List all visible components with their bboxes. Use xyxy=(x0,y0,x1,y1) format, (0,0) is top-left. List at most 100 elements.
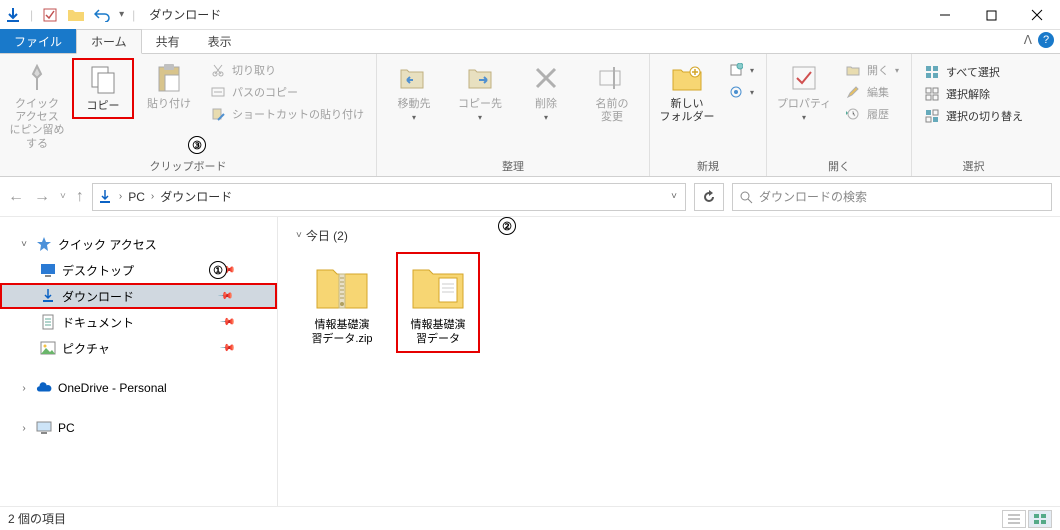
downloads-icon xyxy=(40,288,56,304)
group-header-today[interactable]: ˅ 今日 (2) xyxy=(296,227,1050,244)
copy-button[interactable]: コピー xyxy=(72,58,134,119)
group-collapse-icon[interactable]: ˅ xyxy=(296,230,302,241)
group-open-label: 開く xyxy=(773,156,905,176)
paste-shortcut-icon xyxy=(210,106,226,122)
main-area: ˅ クイック アクセス デスクトップ 📌 ① ダウンロード 📌 xyxy=(0,217,1060,506)
pc-icon xyxy=(36,420,52,436)
nav-back-button[interactable]: ← xyxy=(8,188,24,206)
easy-access-button[interactable]: ▾ xyxy=(722,82,760,102)
tree-pc[interactable]: › PC xyxy=(0,415,277,441)
paste-button[interactable]: 貼り付け xyxy=(138,58,200,111)
invert-selection-label: 選択の切り替え xyxy=(946,108,1023,124)
file-item-zip[interactable]: 情報基礎演 習データ.zip xyxy=(300,252,384,353)
annotation-1: ① xyxy=(209,261,227,279)
search-box[interactable]: ダウンロードの検索 xyxy=(732,183,1052,211)
tree-downloads[interactable]: ダウンロード 📌 xyxy=(0,283,277,309)
move-to-icon xyxy=(398,62,430,94)
nav-bar: ← → ˅ ↑ › PC › ダウンロード ˅ ダウンロードの検索 xyxy=(0,177,1060,217)
pictures-icon xyxy=(40,340,56,356)
history-button[interactable]: 履歴 xyxy=(839,104,905,124)
ribbon-tabs: ファイル ホーム 共有 表示 ᐱ ? xyxy=(0,30,1060,54)
rename-button[interactable]: 名前の 変更 xyxy=(581,58,643,124)
pin-to-quick-access-button[interactable]: クイック アクセス にピン留めする xyxy=(6,58,68,151)
address-bar[interactable]: › PC › ダウンロード ˅ xyxy=(92,183,686,211)
crumb-sep-1[interactable]: › xyxy=(151,191,154,202)
copy-to-button[interactable]: コピー先 ▾ xyxy=(449,58,511,123)
onedrive-icon xyxy=(36,380,52,396)
nav-forward-button[interactable]: → xyxy=(34,188,50,206)
expander-icon-2[interactable]: › xyxy=(18,382,30,394)
ribbon: クイック アクセス にピン留めする コピー 貼り付け 切り取 xyxy=(0,54,1060,177)
new-item-button[interactable]: ▾ xyxy=(722,60,760,80)
crumb-pc[interactable]: PC xyxy=(128,190,145,204)
invert-selection-button[interactable]: 選択の切り替え xyxy=(918,106,1029,126)
copy-label: コピー xyxy=(85,100,122,113)
invert-selection-icon xyxy=(924,108,940,124)
copy-path-button[interactable]: パスのコピー xyxy=(204,82,370,102)
undo-qat-icon[interactable] xyxy=(93,6,111,24)
select-none-button[interactable]: 選択解除 xyxy=(918,84,1029,104)
tab-file[interactable]: ファイル xyxy=(0,29,76,53)
nav-up-button[interactable]: ↑ xyxy=(76,188,84,206)
group-organize-label: 整理 xyxy=(383,156,643,176)
folder-qat-icon[interactable] xyxy=(67,6,85,24)
cut-button[interactable]: 切り取り xyxy=(204,60,370,80)
crumb-downloads[interactable]: ダウンロード xyxy=(160,188,232,205)
properties-qat-icon[interactable] xyxy=(41,6,59,24)
group-clipboard-label: クリップボード xyxy=(6,156,370,176)
crumb-sep-0[interactable]: › xyxy=(119,191,122,202)
maximize-button[interactable] xyxy=(968,0,1014,30)
file-item-folder[interactable]: 情報基礎演 習データ xyxy=(396,252,480,353)
search-icon xyxy=(739,190,753,204)
address-folder-icon xyxy=(97,189,113,205)
history-label: 履歴 xyxy=(867,106,889,122)
collapse-ribbon-icon[interactable]: ᐱ xyxy=(1024,33,1032,47)
window-title: ダウンロード xyxy=(149,6,221,23)
view-icons-button[interactable] xyxy=(1028,510,1052,528)
properties-icon xyxy=(788,62,820,94)
nav-history-dropdown[interactable]: ˅ xyxy=(60,191,66,202)
copy-path-icon xyxy=(210,84,226,100)
cut-label: 切り取り xyxy=(232,62,276,78)
help-icon[interactable]: ? xyxy=(1038,32,1054,48)
status-text: 2 個の項目 xyxy=(8,510,66,527)
expander-icon-3[interactable]: › xyxy=(18,422,30,434)
select-all-button[interactable]: すべて選択 xyxy=(918,62,1029,82)
tab-home[interactable]: ホーム xyxy=(76,29,142,54)
scissors-icon xyxy=(210,62,226,78)
qat-separator: | xyxy=(30,8,33,22)
delete-button[interactable]: 削除 ▾ xyxy=(515,58,577,123)
move-to-button[interactable]: 移動先 ▾ xyxy=(383,58,445,123)
tree-desktop[interactable]: デスクトップ 📌 xyxy=(0,257,277,283)
edit-button[interactable]: 編集 xyxy=(839,82,905,102)
tab-view[interactable]: 表示 xyxy=(194,29,246,53)
view-details-button[interactable] xyxy=(1002,510,1026,528)
tree-documents-label: ドキュメント xyxy=(62,314,134,331)
expander-icon[interactable]: ˅ xyxy=(18,238,30,250)
pin-label: クイック アクセス にピン留めする xyxy=(6,98,68,151)
copy-to-icon xyxy=(464,62,496,94)
app-icon xyxy=(4,6,22,24)
open-label: 開く xyxy=(867,62,889,78)
tree-pictures[interactable]: ピクチャ 📌 xyxy=(0,335,277,361)
group-header-label: 今日 (2) xyxy=(306,227,348,244)
qat-dropdown-icon[interactable]: ▾ xyxy=(119,9,124,20)
tree-documents[interactable]: ドキュメント 📌 xyxy=(0,309,277,335)
tree-quick-access[interactable]: ˅ クイック アクセス xyxy=(0,231,277,257)
new-folder-button[interactable]: 新しい フォルダー xyxy=(656,58,718,124)
tab-share[interactable]: 共有 xyxy=(142,29,194,53)
close-button[interactable] xyxy=(1014,0,1060,30)
history-icon xyxy=(845,106,861,122)
easy-access-icon xyxy=(728,84,744,100)
paste-shortcut-label: ショートカットの貼り付け xyxy=(232,106,364,122)
address-dropdown-icon[interactable]: ˅ xyxy=(667,191,681,202)
tree-onedrive[interactable]: › OneDrive - Personal xyxy=(0,375,277,401)
open-button[interactable]: 開く ▾ xyxy=(839,60,905,80)
refresh-button[interactable] xyxy=(694,183,724,211)
paste-icon xyxy=(153,62,185,94)
pin-icon xyxy=(21,62,53,94)
delete-icon xyxy=(530,62,562,94)
minimize-button[interactable] xyxy=(922,0,968,30)
paste-shortcut-button[interactable]: ショートカットの貼り付け xyxy=(204,104,370,124)
properties-button[interactable]: プロパティ ▾ xyxy=(773,58,835,123)
